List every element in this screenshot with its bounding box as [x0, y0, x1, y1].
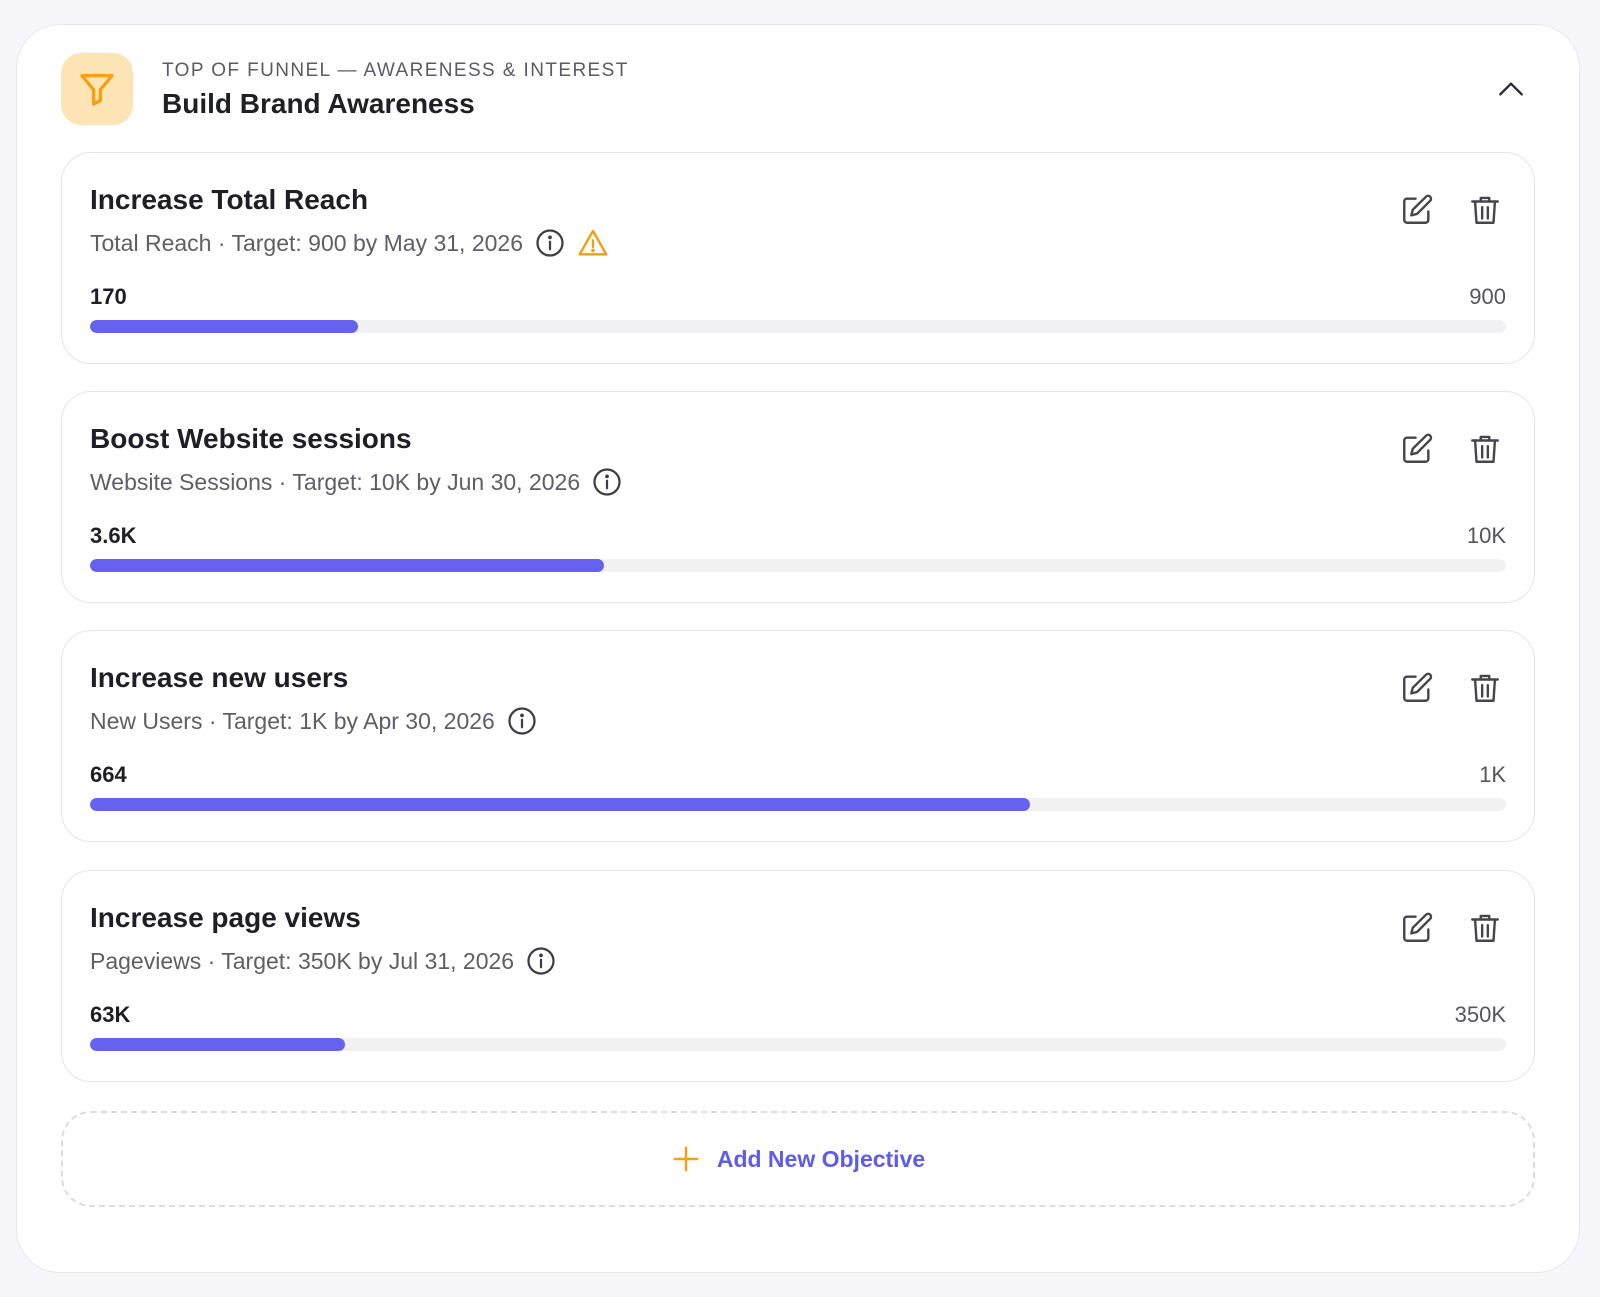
funnel-badge: [61, 53, 133, 125]
edit-icon: [1403, 672, 1433, 702]
progress-bar: [90, 320, 1506, 333]
edit-icon: [1403, 912, 1433, 942]
add-objective-label: Add New Objective: [716, 1145, 926, 1172]
objective-actions: [1396, 189, 1506, 231]
target-value: 350K: [1454, 1002, 1506, 1027]
objective-subtitle: New Users · Target: 1K by Apr 30, 2026: [90, 705, 537, 737]
progress-fill: [90, 798, 1031, 811]
edit-button[interactable]: [1396, 667, 1438, 709]
delete-button[interactable]: [1464, 428, 1506, 470]
plus-icon: [673, 1146, 699, 1172]
warning-icon[interactable]: [577, 227, 609, 259]
objective-card: Increase page views Pageviews · Target: …: [61, 870, 1535, 1082]
objective-title: Boost Website sessions: [90, 423, 412, 454]
objective-card: Increase new users New Users · Target: 1…: [61, 630, 1535, 842]
funnel-icon: [80, 74, 114, 106]
info-icon[interactable]: [507, 706, 537, 736]
trash-icon: [1471, 196, 1499, 224]
section-header: TOP OF FUNNEL — AWARENESS & INTEREST Bui…: [61, 53, 1535, 125]
edit-icon: [1403, 433, 1433, 463]
chevron-up-icon: [1499, 82, 1523, 96]
target-value: 1K: [1479, 762, 1506, 787]
edit-button[interactable]: [1396, 428, 1438, 470]
progress-fill: [90, 320, 358, 333]
objective-title: Increase Total Reach: [90, 184, 369, 215]
target-value: 10K: [1466, 523, 1506, 548]
objective-actions: [1396, 428, 1506, 470]
progress-bar: [90, 1038, 1506, 1051]
info-icon[interactable]: [592, 467, 622, 497]
delete-button[interactable]: [1464, 907, 1506, 949]
current-value: 170: [90, 284, 127, 309]
collapse-button[interactable]: [1487, 65, 1535, 113]
progress-bar: [90, 559, 1506, 572]
objective-actions: [1396, 667, 1506, 709]
progress-bar: [90, 798, 1506, 811]
delete-button[interactable]: [1464, 189, 1506, 231]
current-value: 3.6K: [90, 523, 137, 548]
objectives-panel: TOP OF FUNNEL — AWARENESS & INTEREST Bui…: [16, 24, 1580, 1273]
section-header-text: TOP OF FUNNEL — AWARENESS & INTEREST Bui…: [162, 59, 629, 121]
trash-icon: [1471, 914, 1499, 942]
trash-icon: [1471, 435, 1499, 463]
objective-target-text: Pageviews · Target: 350K by Jul 31, 2026: [90, 947, 515, 974]
add-objective-button[interactable]: Add New Objective: [61, 1111, 1535, 1207]
trash-icon: [1471, 674, 1499, 702]
objective-title: Increase page views: [90, 902, 361, 933]
edit-icon: [1403, 194, 1433, 224]
current-value: 664: [90, 762, 127, 787]
target-value: 900: [1469, 284, 1506, 309]
delete-button[interactable]: [1464, 667, 1506, 709]
objective-subtitle: Total Reach · Target: 900 by May 31, 202…: [90, 227, 609, 259]
objective-target-text: New Users · Target: 1K by Apr 30, 2026: [90, 707, 495, 734]
objective-title: Increase new users: [90, 662, 349, 693]
edit-button[interactable]: [1396, 189, 1438, 231]
edit-button[interactable]: [1396, 907, 1438, 949]
objective-card: Boost Website sessions Website Sessions …: [61, 391, 1535, 603]
info-icon[interactable]: [526, 946, 556, 976]
objective-target-text: Website Sessions · Target: 10K by Jun 30…: [90, 468, 581, 495]
section-eyebrow: TOP OF FUNNEL — AWARENESS & INTEREST: [162, 60, 629, 81]
objective-card: Increase Total Reach Total Reach · Targe…: [61, 152, 1535, 364]
objective-target-text: Total Reach · Target: 900 by May 31, 202…: [90, 229, 524, 256]
progress-fill: [90, 1038, 345, 1051]
objective-actions: [1396, 907, 1506, 949]
current-value: 63K: [90, 1002, 131, 1027]
objective-subtitle: Website Sessions · Target: 10K by Jun 30…: [90, 466, 622, 498]
info-icon[interactable]: [535, 228, 565, 258]
objective-subtitle: Pageviews · Target: 350K by Jul 31, 2026: [90, 945, 556, 977]
section-title: Build Brand Awareness: [162, 88, 475, 119]
progress-fill: [90, 559, 604, 572]
